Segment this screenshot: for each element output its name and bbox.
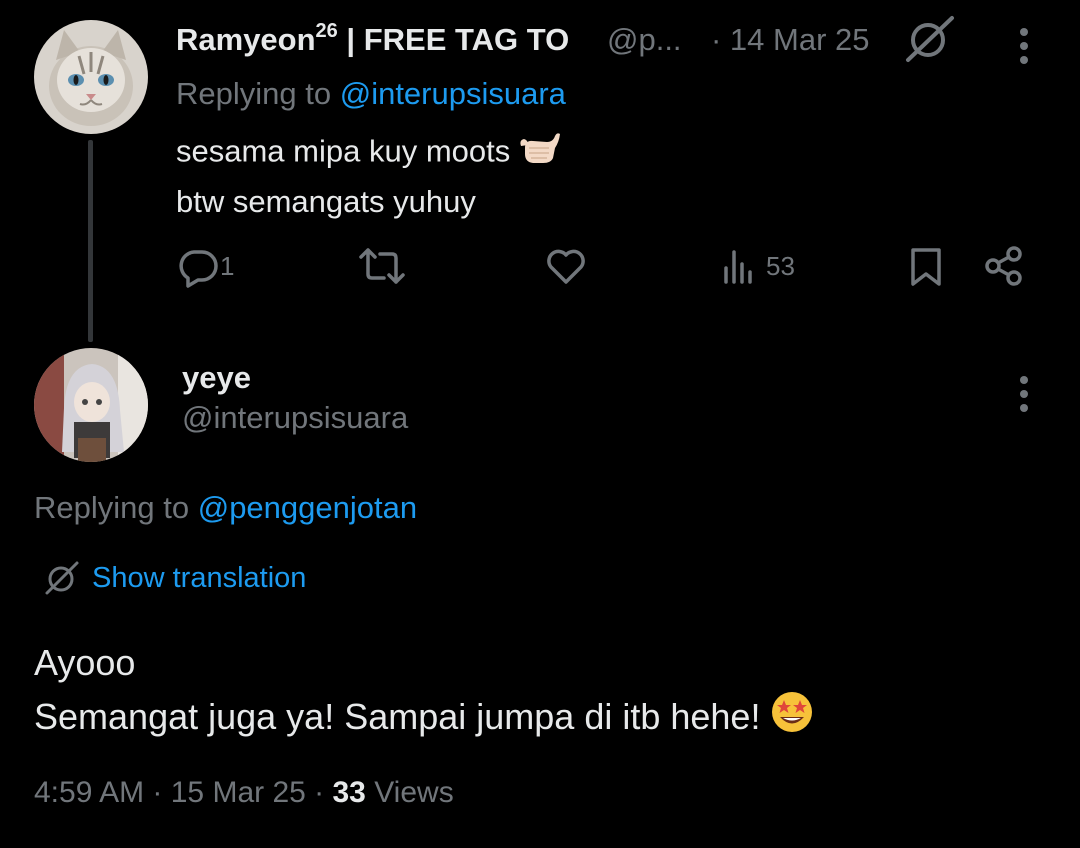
replying-handle-link[interactable]: @interupsisuara <box>340 76 566 111</box>
reply-tweet-text: Ayooo Semangat juga ya! Sampai jumpa di … <box>34 636 814 749</box>
reply-views-count[interactable]: 33 <box>333 776 366 809</box>
anime-avatar-image <box>34 348 148 462</box>
reply-icon <box>179 250 218 288</box>
replying-prefix: Replying to <box>176 76 340 111</box>
meta-separator: · <box>305 776 333 809</box>
views-button[interactable]: 53 <box>722 244 795 288</box>
bookmark-button[interactable] <box>906 244 946 288</box>
reply-views-label: Views <box>365 776 454 809</box>
parent-replying-to: Replying to @interupsisuara <box>176 76 566 112</box>
share-icon <box>985 246 1022 286</box>
meta-separator: · <box>144 776 171 809</box>
reply-text-line-2: Semangat juga ya! Sampai jumpa di itb he… <box>34 690 814 749</box>
translate-icon <box>45 561 79 595</box>
author-name-superscript: 26 <box>315 20 338 42</box>
parent-author-avatar[interactable] <box>34 20 148 134</box>
parent-tweet-date[interactable]: · 14 Mar 25 <box>711 22 870 58</box>
heart-icon <box>547 249 585 284</box>
replying-prefix: Replying to <box>34 490 198 525</box>
reply-date[interactable]: 15 Mar 25 <box>171 776 306 809</box>
parent-text-line-1: sesama mipa kuy moots <box>176 128 561 179</box>
retweet-icon <box>359 248 405 284</box>
views-chart-icon <box>724 250 752 284</box>
reply-author-name[interactable]: yeye <box>182 360 251 396</box>
reply-more-options-icon[interactable] <box>1006 372 1042 416</box>
replying-handle-link[interactable]: @penggenjotan <box>198 490 417 525</box>
reply-button[interactable]: 1 <box>176 244 234 288</box>
bookmark-icon <box>911 248 941 286</box>
parent-author-name[interactable]: Ramyeon26 | FREE TAG TO <box>176 20 570 58</box>
call-me-hand-emoji <box>519 128 561 179</box>
translate-icon[interactable] <box>904 14 958 64</box>
reply-time[interactable]: 4:59 AM <box>34 776 144 809</box>
parent-author-handle[interactable]: @p... <box>607 22 682 58</box>
like-button[interactable] <box>544 244 588 288</box>
show-translation-label: Show translation <box>92 561 307 594</box>
share-button[interactable] <box>982 244 1026 288</box>
parent-text-line-1-text: sesama mipa kuy moots <box>176 133 511 169</box>
show-translation-button[interactable]: Show translation <box>44 556 306 600</box>
reply-text-line-2-text: Semangat juga ya! Sampai jumpa di itb he… <box>34 696 761 738</box>
reply-count: 1 <box>220 250 235 281</box>
reply-author-avatar[interactable] <box>34 348 148 462</box>
views-count: 53 <box>766 250 795 281</box>
reply-replying-to: Replying to @penggenjotan <box>34 490 417 526</box>
author-name-suffix: | FREE TAG TO <box>337 22 570 57</box>
parent-more-options-icon[interactable] <box>1006 24 1042 68</box>
parent-tweet-text: sesama mipa kuy moots btw semangats yuhu… <box>176 128 561 225</box>
reply-author-handle[interactable]: @interupsisuara <box>182 400 408 436</box>
retweet-button[interactable] <box>358 244 406 288</box>
reply-meta: 4:59 AM · 15 Mar 25 · 33 Views <box>34 776 454 810</box>
author-name-text: Ramyeon <box>176 22 316 57</box>
parent-text-line-2: btw semangats yuhuy <box>176 184 476 219</box>
cat-avatar-image <box>34 20 148 134</box>
star-struck-emoji <box>770 690 814 749</box>
thread-line <box>88 140 93 342</box>
reply-text-line-1: Ayooo <box>34 642 136 683</box>
